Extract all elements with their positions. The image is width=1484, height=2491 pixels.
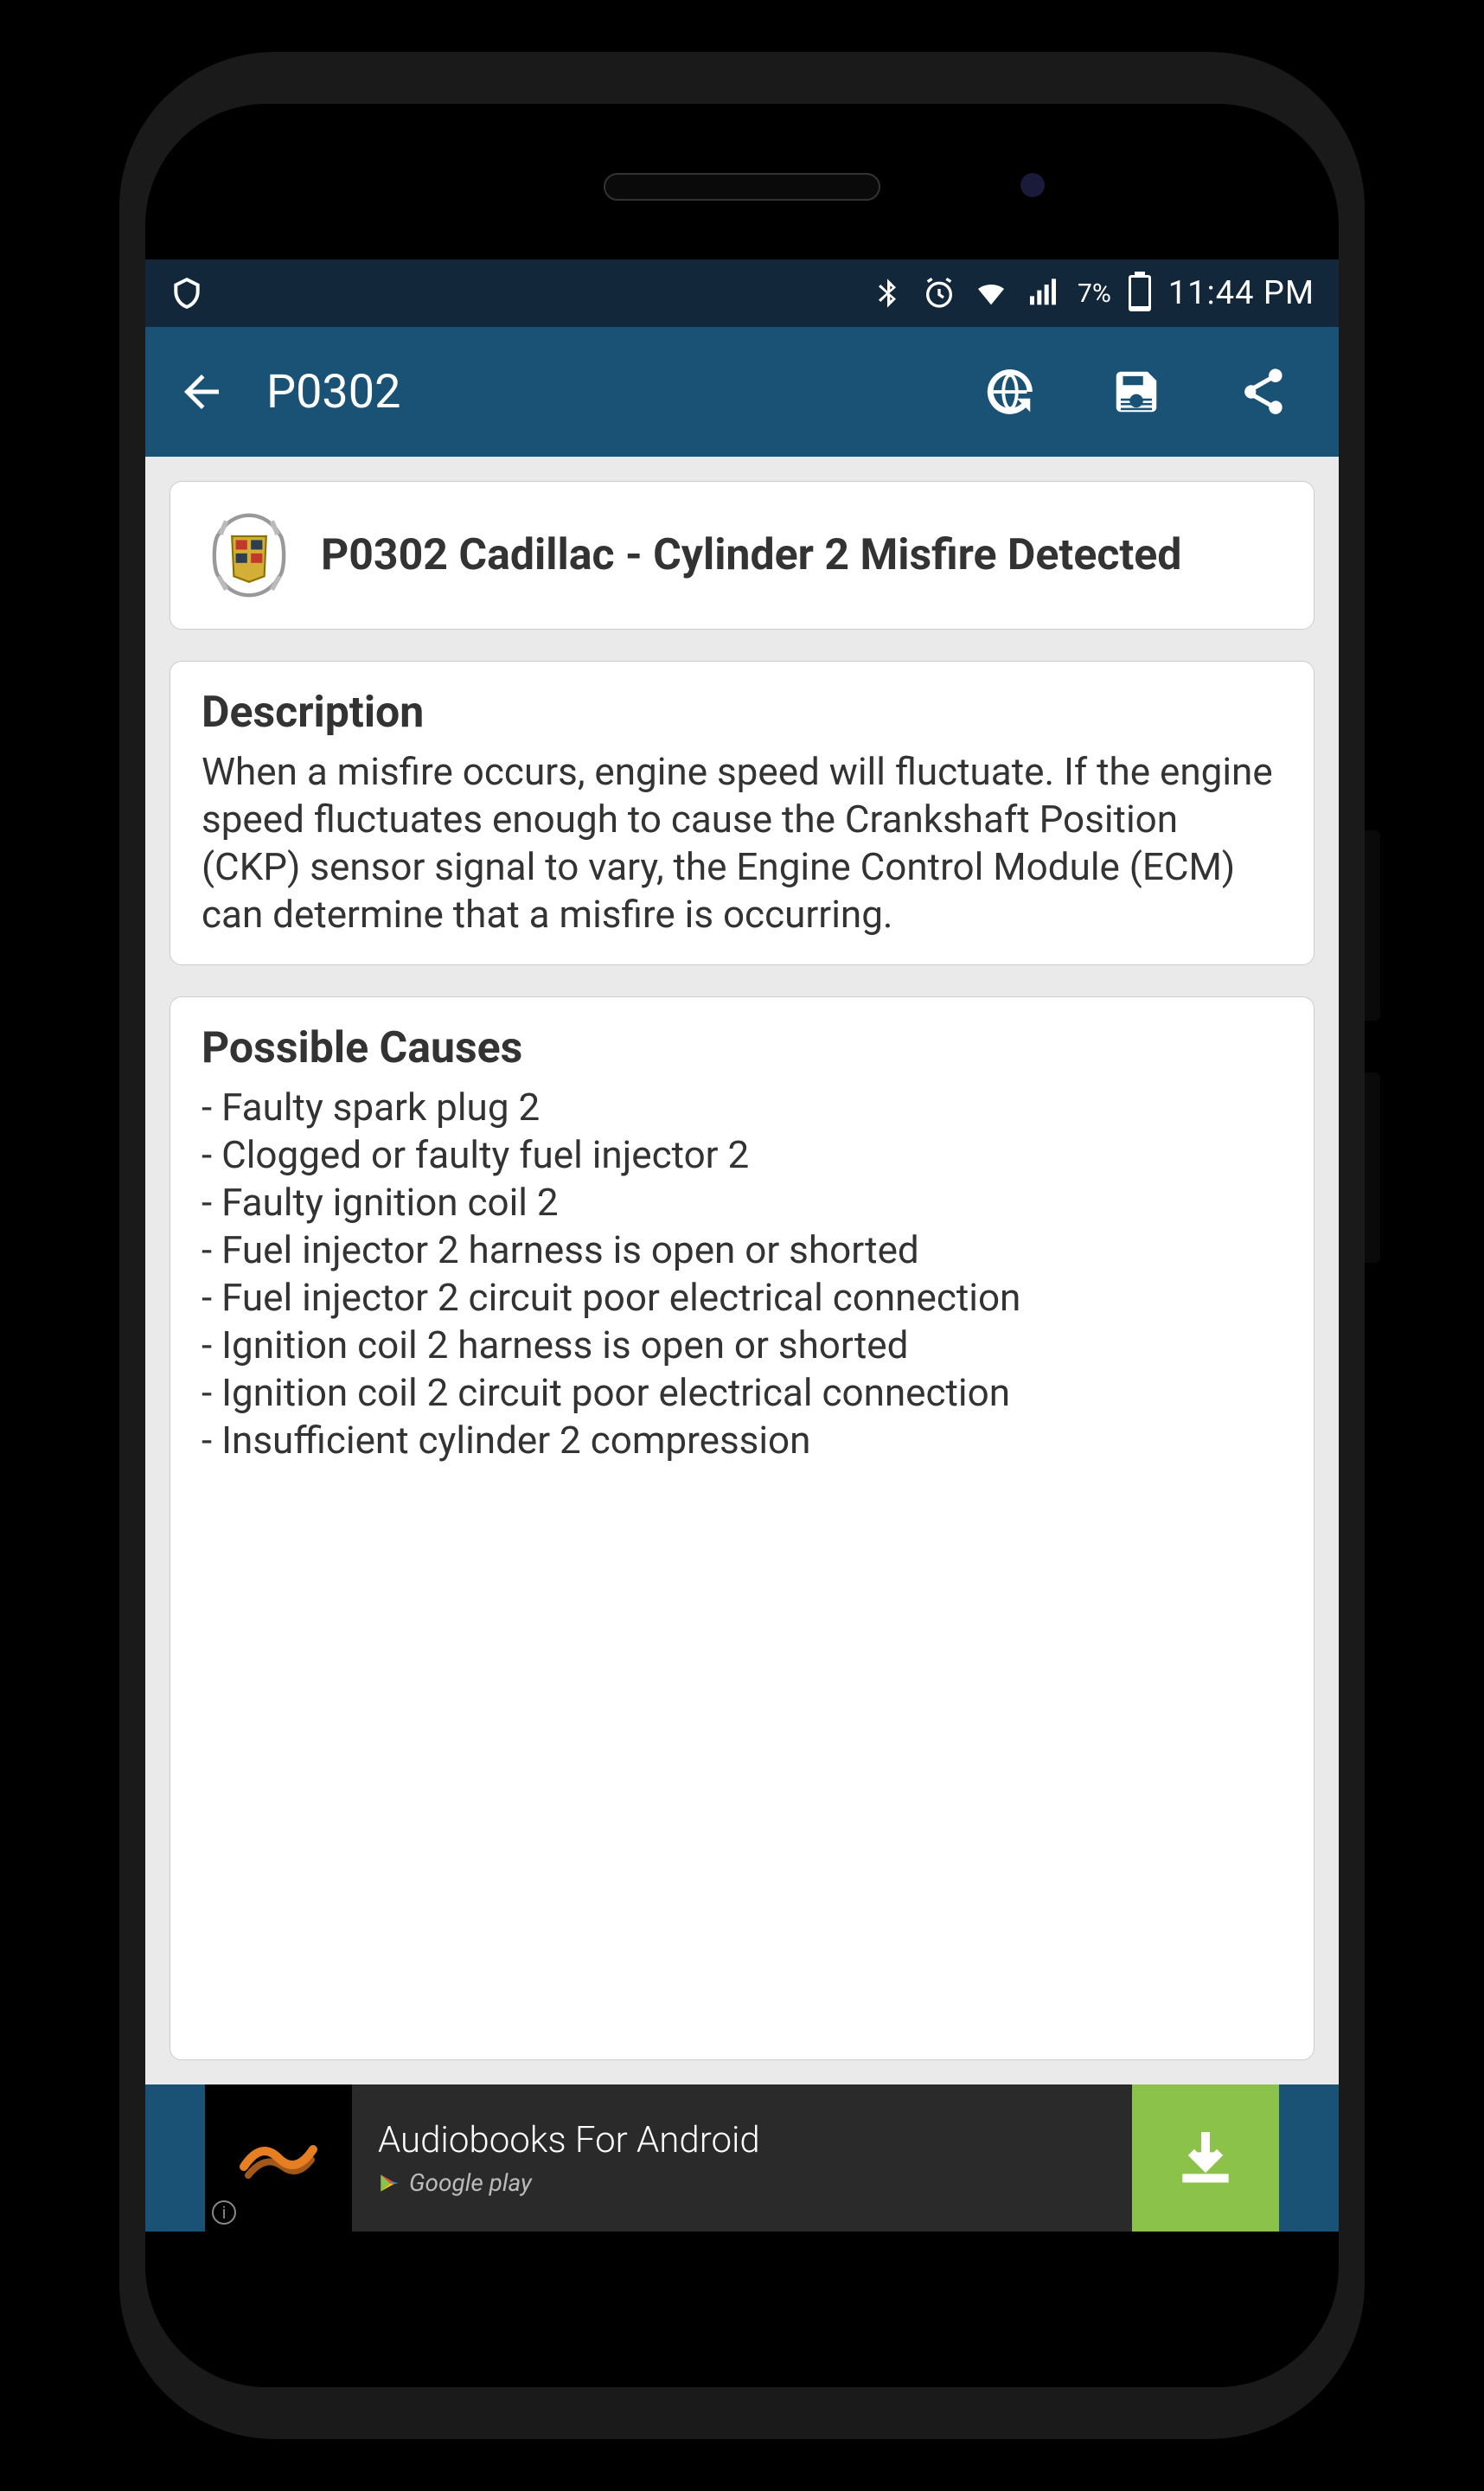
volume-down-button — [1365, 1073, 1380, 1263]
ad-title: Audiobooks For Android — [378, 2119, 1132, 2161]
share-button[interactable] — [1228, 357, 1297, 426]
app-bar: P0302 — [145, 327, 1339, 457]
cause-item: - Faulty spark plug 2 — [201, 1084, 1283, 1131]
signal-icon — [1026, 276, 1060, 311]
battery-percent: 7% — [1078, 279, 1111, 309]
phone-speaker — [604, 173, 880, 201]
cause-item: - Fuel injector 2 harness is open or sho… — [201, 1226, 1283, 1274]
causes-list: - Faulty spark plug 2 - Clogged or fault… — [201, 1084, 1283, 1464]
save-button[interactable] — [1102, 357, 1171, 426]
description-body: When a misfire occurs, engine speed will… — [201, 748, 1283, 938]
play-store-icon — [378, 2172, 400, 2194]
status-bar: 7% 11:44 PM — [145, 259, 1339, 327]
description-card: Description When a misfire occurs, engin… — [170, 661, 1314, 965]
phone-camera — [1020, 173, 1045, 197]
causes-heading: Possible Causes — [201, 1023, 1283, 1073]
cause-item: - Fuel injector 2 circuit poor electrica… — [201, 1274, 1283, 1322]
code-header-card: P0302 Cadillac - Cylinder 2 Misfire Dete… — [170, 481, 1314, 630]
ad-app-icon: i — [205, 2084, 352, 2232]
phone-frame: 7% 11:44 PM P0302 — [119, 52, 1365, 2439]
cause-item: - Ignition coil 2 harness is open or sho… — [201, 1322, 1283, 1369]
cause-item: - Faulty ignition coil 2 — [201, 1179, 1283, 1226]
ad-info-icon[interactable]: i — [212, 2200, 236, 2225]
volume-up-button — [1365, 830, 1380, 1021]
wifi-icon — [974, 276, 1008, 311]
ad-text-area: Audiobooks For Android Google play — [352, 2119, 1132, 2197]
causes-card: Possible Causes - Faulty spark plug 2 - … — [170, 996, 1314, 2060]
alarm-icon — [922, 276, 956, 311]
code-title: P0302 Cadillac - Cylinder 2 Misfire Dete… — [321, 529, 1181, 581]
ad-store-label: Google play — [409, 2168, 532, 2197]
cause-item: - Ignition coil 2 circuit poor electrica… — [201, 1369, 1283, 1417]
phone-bezel: 7% 11:44 PM P0302 — [145, 104, 1339, 2387]
shield-icon — [170, 276, 204, 311]
description-heading: Description — [201, 688, 1283, 738]
app-bar-title: P0302 — [266, 365, 934, 419]
cause-item: - Clogged or faulty fuel injector 2 — [201, 1131, 1283, 1179]
content-area[interactable]: P0302 Cadillac - Cylinder 2 Misfire Dete… — [145, 457, 1339, 2084]
back-button[interactable] — [171, 362, 232, 422]
ad-download-button[interactable] — [1132, 2084, 1279, 2232]
ad-banner[interactable]: i Audiobooks For Android Google play — [145, 2084, 1339, 2232]
bluetooth-icon — [870, 276, 905, 311]
battery-icon — [1129, 275, 1151, 311]
status-time: 11:44 PM — [1168, 274, 1314, 312]
screen: 7% 11:44 PM P0302 — [145, 259, 1339, 2232]
cadillac-badge-icon — [201, 508, 297, 603]
globe-button[interactable] — [975, 357, 1045, 426]
cause-item: - Insufficient cylinder 2 compression — [201, 1417, 1283, 1464]
